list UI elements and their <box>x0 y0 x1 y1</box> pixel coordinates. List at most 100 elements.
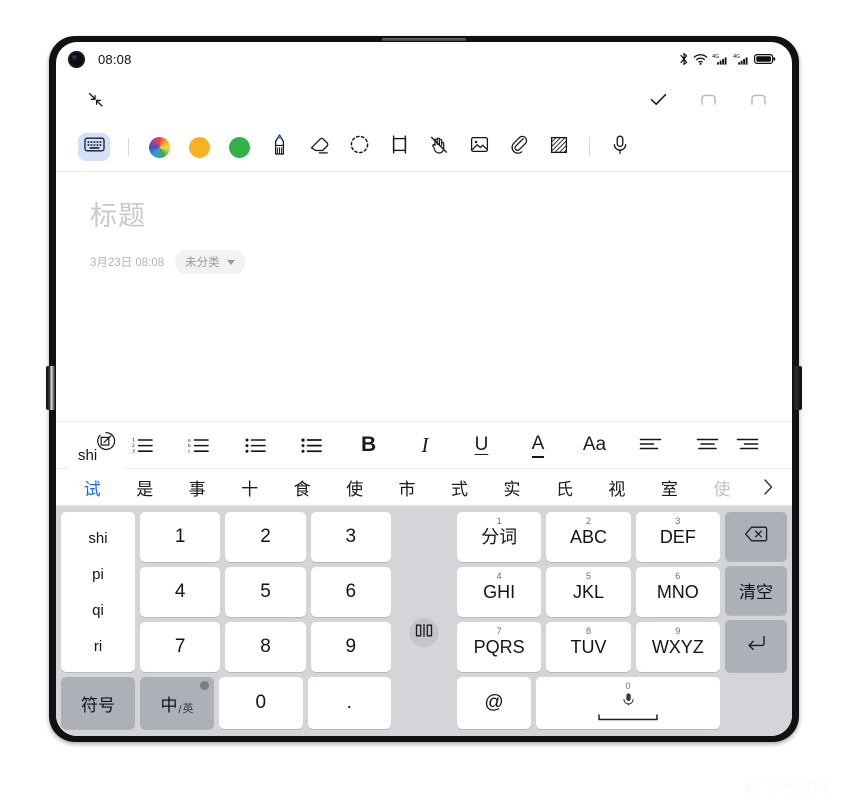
period-key[interactable]: . <box>307 677 391 729</box>
candidate-item[interactable]: 式 <box>433 475 485 500</box>
svg-text:4G: 4G <box>733 54 740 60</box>
color-wheel-tool[interactable] <box>139 130 179 164</box>
checklist-button[interactable] <box>284 422 340 468</box>
toolbar-divider-1 <box>128 138 129 156</box>
align-right-button[interactable] <box>736 422 792 468</box>
clear-key[interactable]: 清空 <box>725 566 787 616</box>
keyboard-row: 4 5 6 <box>140 567 391 617</box>
keyboard-tool[interactable] <box>78 133 110 161</box>
wifi-icon <box>693 52 708 66</box>
collapse-arrows-icon[interactable] <box>82 86 110 114</box>
wxyz-key[interactable]: 9 WXYZ <box>635 622 720 672</box>
zero-key[interactable]: 0 <box>219 677 303 729</box>
align-center-button[interactable] <box>679 422 735 468</box>
voice-input-tool[interactable] <box>600 130 640 164</box>
pinyin-option[interactable]: pi <box>92 567 104 582</box>
color-dot-icon <box>188 136 210 158</box>
ghi-key[interactable]: 4 GHI <box>457 567 542 617</box>
pinyin-option[interactable]: shi <box>88 531 107 546</box>
symbols-key[interactable]: 符号 <box>61 677 135 729</box>
enter-key[interactable] <box>725 620 787 673</box>
attachment-tool[interactable] <box>499 130 539 164</box>
align-left-button[interactable] <box>623 422 679 468</box>
candidate-item[interactable]: 市 <box>381 475 433 500</box>
palm-reject-tool[interactable] <box>419 130 459 164</box>
mno-key[interactable]: 6 MNO <box>635 567 720 617</box>
confirm-check-icon[interactable] <box>646 88 670 112</box>
underline-button[interactable]: U <box>453 422 509 468</box>
chevron-right-icon <box>764 479 773 495</box>
key-label: TUV <box>570 637 607 657</box>
keyboard-left-half: shi pi qi ri 1 2 3 4 5 6 7 8 9 符号 中 / 英 … <box>61 512 391 729</box>
pqrs-key[interactable]: 7 PQRS <box>457 622 542 672</box>
candidate-expand-button[interactable] <box>748 477 788 497</box>
color-orange-tool[interactable] <box>179 130 219 164</box>
redo-icon[interactable] <box>746 88 770 112</box>
tuv-key[interactable]: 8 TUV <box>546 622 631 672</box>
candidate-item[interactable]: 十 <box>223 475 275 500</box>
keyboard-row-bottom: @ 0 <box>457 677 787 729</box>
language-toggle-key[interactable]: 中 / 英 <box>140 677 214 729</box>
candidate-item[interactable]: 食 <box>276 475 328 500</box>
pinyin-candidate-column[interactable]: shi pi qi ri <box>61 512 135 672</box>
battery-icon <box>754 53 776 65</box>
candidate-item[interactable]: 视 <box>591 475 643 500</box>
color-green-tool[interactable] <box>219 130 259 164</box>
digit-key[interactable]: 9 <box>310 622 391 672</box>
keyboard-row: 7 8 9 <box>140 622 391 672</box>
eraser-tool[interactable] <box>299 130 339 164</box>
split-keyboard-button[interactable] <box>409 618 439 647</box>
key-number-hint: 8 <box>585 626 591 636</box>
wordsplit-key[interactable]: 1 分词 <box>457 512 542 562</box>
candidate-item[interactable]: 氏 <box>538 475 590 500</box>
digit-key[interactable]: 8 <box>225 622 306 672</box>
candidate-item[interactable]: 室 <box>643 475 695 500</box>
bullet-list-button[interactable] <box>227 422 283 468</box>
undo-icon[interactable] <box>696 88 720 112</box>
pinyin-option[interactable]: ri <box>94 639 102 654</box>
shading-tool[interactable] <box>539 130 579 164</box>
digit-key[interactable]: 7 <box>140 622 221 672</box>
foldable-device-frame: 08:08 4G 4G 标题 3月23日 08:08 未分类 1 2 3 a b… <box>46 36 802 742</box>
italic-button[interactable]: I <box>397 422 453 468</box>
digit-key[interactable]: 4 <box>140 567 221 617</box>
digit-key[interactable]: 3 <box>310 512 391 562</box>
digit-key[interactable]: 5 <box>225 567 306 617</box>
bold-icon: B <box>360 433 377 456</box>
language-primary-label: 中 <box>160 695 178 715</box>
note-title-placeholder[interactable]: 标题 <box>90 194 766 233</box>
candidate-item[interactable]: 试 <box>66 475 118 500</box>
split-merge-icon <box>415 623 434 643</box>
composing-text-area[interactable]: shi <box>68 430 126 469</box>
pinyin-option[interactable]: qi <box>92 603 104 618</box>
note-category-chip[interactable]: 未分类 <box>175 250 245 274</box>
backspace-key[interactable] <box>725 512 787 562</box>
text-color-button[interactable]: A <box>510 422 566 468</box>
paperclip-icon <box>509 134 530 160</box>
candidate-item[interactable]: 是 <box>118 475 170 500</box>
crop-tool[interactable] <box>379 130 419 164</box>
candidate-item[interactable]: 事 <box>171 475 223 500</box>
lettered-list-button[interactable]: a b c <box>171 422 227 468</box>
pen-tool[interactable] <box>259 130 299 164</box>
digit-key[interactable]: 2 <box>225 512 306 562</box>
font-size-button[interactable]: Aa <box>566 422 622 468</box>
abc-key[interactable]: 2 ABC <box>546 512 631 562</box>
key-number-hint: 1 <box>496 516 502 526</box>
insert-image-tool[interactable] <box>459 130 499 164</box>
digit-key[interactable]: 1 <box>140 512 221 562</box>
digit-key[interactable]: 6 <box>310 567 391 617</box>
signal-4g-icon: 4G <box>712 52 729 66</box>
at-key[interactable]: @ <box>457 677 531 729</box>
lasso-select-tool[interactable] <box>339 130 379 164</box>
bold-button[interactable]: B <box>340 422 396 468</box>
candidate-item[interactable]: 实 <box>486 475 538 500</box>
status-bar-icons: 4G 4G <box>679 52 776 66</box>
space-key[interactable]: 0 <box>536 677 720 729</box>
def-key[interactable]: 3 DEF <box>635 512 720 562</box>
candidate-item[interactable]: 使 <box>328 475 380 500</box>
handwriting-edit-circle-icon[interactable] <box>95 430 117 457</box>
jkl-key[interactable]: 5 JKL <box>546 567 631 617</box>
note-body[interactable]: 标题 3月23日 08:08 未分类 <box>56 172 792 274</box>
candidate-item[interactable]: 使 <box>696 475 748 500</box>
